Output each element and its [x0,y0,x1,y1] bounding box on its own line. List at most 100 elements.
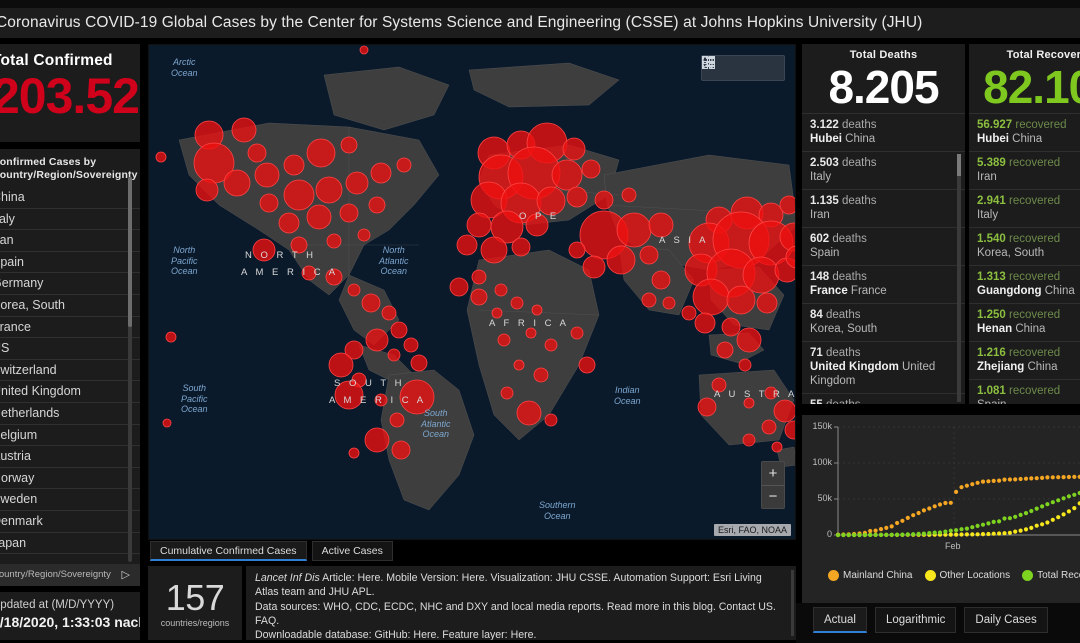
notes-line-2: Data sources: WHO, CDC, ECDC, NHC and DX… [255,600,776,627]
country-list-scrollbar[interactable] [128,177,132,562]
chart-ytick-label: 50k [817,493,832,503]
map-tab[interactable]: Active Cases [311,541,393,561]
recovered-count: 1.540 recovered [977,233,1061,245]
death-row[interactable]: 3.122 deaths Hubei China [802,113,965,151]
map-tab[interactable]: Cumulative Confirmed Cases [150,541,307,561]
total-deaths-label: Total Deaths [849,49,918,61]
death-row[interactable]: 55 deathsWashington US [802,393,965,404]
recovered-row[interactable]: 1.250 recovered Henan China [969,303,1080,341]
chart-legend-item[interactable]: Mainland China [828,569,913,581]
total-recovered-panel[interactable]: Total Recovered 82.105 56.927 recovered H… [969,44,1080,404]
country-list-item[interactable]: Denmark [0,511,140,533]
death-rows: 3.122 deaths Hubei China 2.503 deaths Ital… [802,113,965,404]
sort-bar[interactable]: Country/Region/Sovereignty ▷ [0,564,140,586]
country-list-item[interactable]: Switzerland [0,360,140,382]
updated-value: 3/18/2020, 1:33:03 nachm. [0,614,140,630]
recovered-row[interactable]: 56.927 recovered Hubei China [969,113,1080,151]
country-list-item[interactable]: Spain [0,252,140,274]
death-row[interactable]: 148 deaths France France [802,265,965,303]
country-list-item[interactable]: US [0,338,140,360]
basemap-grid-icon[interactable] [702,56,782,80]
country-list-item[interactable]: Netherlands [0,403,140,425]
recovered-count: 5.389 recovered [977,157,1061,169]
recovered-location: Hubei China [977,133,1043,145]
country-list-item[interactable]: Sweden [0,489,140,511]
recovered-count: 1.216 recovered [977,347,1061,359]
death-location: Iran [810,209,830,221]
recovered-location: Zhejiang China [977,361,1058,373]
map-tab-bar[interactable]: Cumulative Confirmed Cases Active Cases [150,541,393,561]
confirmed-by-country-list[interactable]: Confirmed Cases by Country/Region/Sovere… [0,149,140,580]
death-row[interactable]: 84 deaths Korea, South [802,303,965,341]
country-list-item[interactable]: China [0,187,140,209]
death-count: 3.122 deaths [810,119,877,131]
recovered-location: Iran [977,171,997,183]
notes-line-1: Lancet Inf Dis Article: Here. Mobile Ver… [255,571,787,600]
country-list-item[interactable]: Iran [0,230,140,252]
recovered-row[interactable]: 5.389 recovered Iran [969,151,1080,189]
sort-label: Country/Region/Sovereignty [0,569,111,580]
country-list-item[interactable]: Norway [0,468,140,490]
recovered-count: 1.313 recovered [977,271,1061,283]
legend-dot-icon [828,569,839,581]
deaths-scrollbar[interactable] [957,154,961,402]
country-list-item[interactable]: Japan [0,533,140,555]
death-row[interactable]: 2.503 deaths Italy [802,151,965,189]
death-location: Italy [810,171,832,183]
chart-tab-bar[interactable]: Actual Logarithmic Daily Cases [802,607,1048,633]
total-deaths-panel[interactable]: Total Deaths 8.205 3.122 deaths Hubei Chi… [802,44,965,404]
countries-regions-box: 157 countries/regions [148,566,242,640]
cases-over-time-chart[interactable]: 0 50k 100k 150k Feb Mainland China Other Loca… [802,415,1080,603]
country-list-item[interactable]: Austria [0,446,140,468]
chart-legend[interactable]: Mainland China Other Locations Total Recov… [802,565,1080,585]
chart-legend-item[interactable]: Other Locations [924,569,1011,581]
country-list-item[interactable]: United Kingdom [0,381,140,403]
footer-notes[interactable]: Lancet Inf Dis Article: Here. Mobile Ver… [246,566,796,640]
country-list-item[interactable]: Italy [0,209,140,231]
recovered-location: Korea, South [977,247,1045,259]
recovered-location: Italy [977,209,999,221]
chart-tab[interactable]: Logarithmic [874,607,957,633]
page-title-text: Coronavirus COVID-19 Global Cases by the… [0,14,923,31]
country-list-item[interactable]: Germany [0,273,140,295]
recovered-count: 1.250 recovered [977,309,1061,321]
recovered-row[interactable]: 1.540 recovered Korea, South [969,227,1080,265]
world-map[interactable]: Arctic Ocean North Pacific Ocean South Pac… [148,44,796,540]
death-location: France France [810,285,887,297]
map-zoom-controls[interactable]: + − [761,461,785,509]
recovered-row[interactable]: 1.216 recovered Zhejiang China [969,341,1080,379]
recovered-row[interactable]: 2.941 recovered Italy [969,189,1080,227]
country-list-item[interactable]: Korea, South [0,295,140,317]
chart-tab[interactable]: Daily Cases [964,607,1048,633]
recovered-row[interactable]: 1.313 recovered Guangdong China [969,265,1080,303]
death-count: 1.135 deaths [810,195,877,207]
recovered-row[interactable]: 1.081 recovered Spain [969,379,1080,404]
death-row[interactable]: 1.135 deaths Iran [802,189,965,227]
confirmed-list-header: Confirmed Cases by Country/Region/Sovere… [0,156,138,181]
death-count: 55 deaths [810,398,959,404]
country-rows: ChinaItalyIranSpainGermanyKorea, SouthFr… [0,187,140,555]
death-row[interactable]: 71 deaths United Kingdom United Kingdom [802,341,965,393]
country-list-item[interactable]: France [0,317,140,339]
chart-ytick-label: 0 [826,529,832,539]
death-count: 148 deaths [810,271,867,283]
total-recovered-value: 82.105 [983,61,1080,113]
zoom-out-button[interactable]: − [762,486,784,509]
map-tools[interactable] [701,55,785,81]
chevron-right-icon[interactable]: ▷ [122,564,130,586]
chart-tab[interactable]: Actual [813,607,867,633]
zoom-in-button[interactable]: + [762,462,784,486]
recovered-location: Guangdong China [977,285,1075,297]
country-list-item[interactable]: Belgium [0,425,140,447]
total-confirmed-panel: Total Confirmed 203.529 [0,44,140,142]
legend-icon[interactable] [702,56,756,80]
legend-label: Other Locations [939,569,1011,581]
total-deaths-value: 8.205 [828,61,939,113]
death-row[interactable]: 602 deaths Spain [802,227,965,265]
death-location: Spain [810,247,840,259]
chart-legend-item[interactable]: Total Recovered [1022,569,1080,581]
recovered-count: 2.941 recovered [977,195,1061,207]
notes-scrollbar[interactable] [791,570,794,636]
death-location: Hubei China [810,133,876,145]
countries-count: 157 [165,576,225,618]
